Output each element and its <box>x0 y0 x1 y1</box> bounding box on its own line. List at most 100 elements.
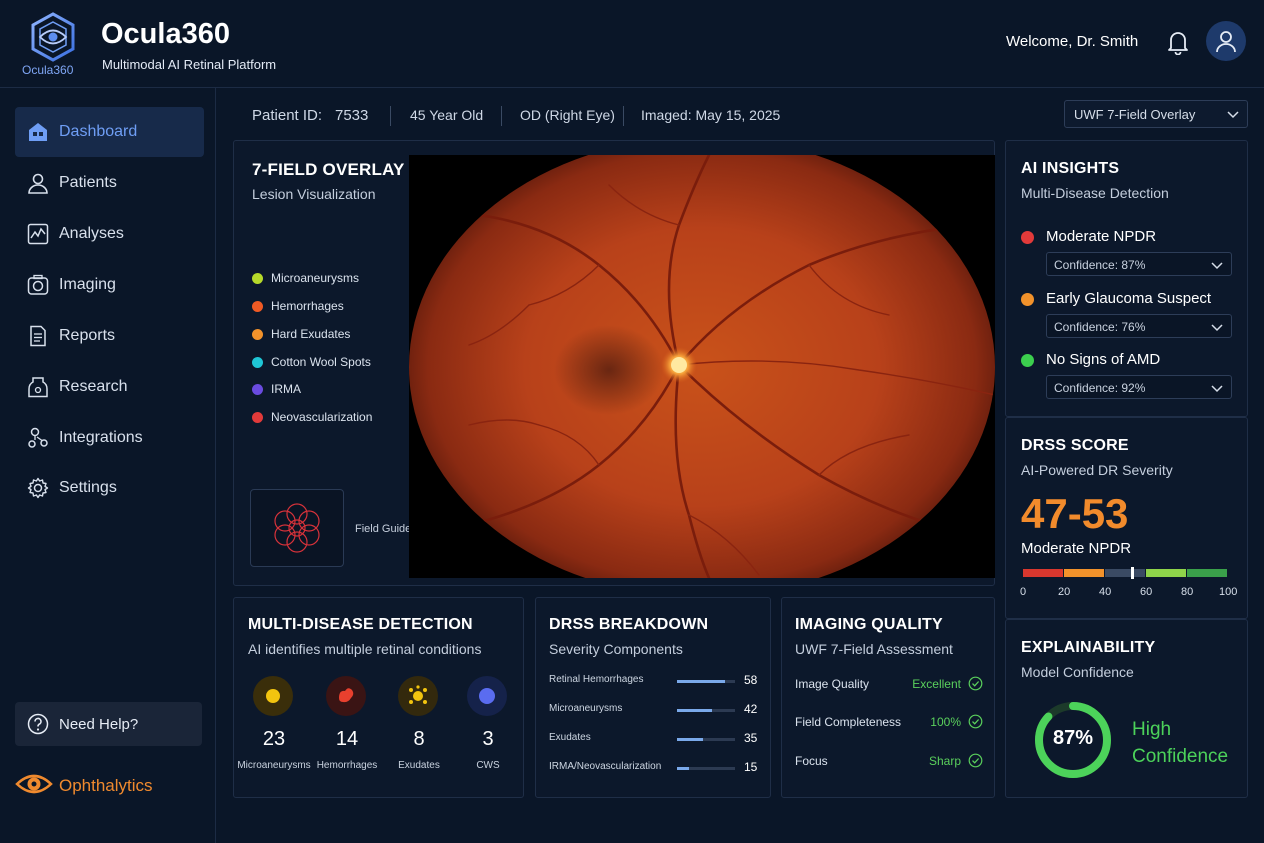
patients-icon <box>28 173 48 194</box>
breakdown-title: DRSS BREAKDOWN <box>549 616 709 633</box>
sidebar-item-label: Patients <box>59 174 117 191</box>
insight-label: Moderate NPDR <box>1046 228 1157 245</box>
legend-label: Hemorrhages <box>271 299 344 313</box>
scale-tick-label: 40 <box>1099 586 1112 598</box>
sidebar-item-label: Research <box>59 378 128 395</box>
imaging-quality-subtitle: UWF 7-Field Assessment <box>795 641 953 657</box>
status-dot <box>1021 231 1034 244</box>
sidebar-item-analyses[interactable]: Analyses <box>15 209 204 259</box>
user-avatar[interactable] <box>1206 21 1246 61</box>
field-guide-thumbnail[interactable] <box>250 489 344 567</box>
legend-dot <box>252 301 263 312</box>
check-circle-icon <box>968 676 983 691</box>
scale-tick-label: 20 <box>1058 586 1071 598</box>
stat-count: 3 <box>482 728 494 750</box>
quality-row: Field Completeness 100% <box>795 714 985 732</box>
drss-scale-bar <box>1023 567 1228 579</box>
confidence-value: Confidence: 87% <box>1054 258 1146 272</box>
scale-segment <box>1105 569 1145 577</box>
breakdown-row: Microaneurysms 42 <box>549 702 764 718</box>
breakdown-label: IRMA/Neovascularization <box>549 761 662 772</box>
confidence-dropdown[interactable]: Confidence: 87% <box>1046 252 1232 276</box>
legend-dot <box>252 412 263 423</box>
chevron-down-icon <box>1227 111 1239 119</box>
legend-label: IRMA <box>271 382 301 396</box>
sidebar-item-settings[interactable]: Settings <box>15 463 204 513</box>
explainability-title: EXPLAINABILITY <box>1021 639 1156 656</box>
bell-icon[interactable] <box>1166 29 1190 55</box>
breakdown-row: IRMA/Neovascularization 15 <box>549 760 764 776</box>
sidebar-item-dashboard[interactable]: Dashboard <box>15 107 204 157</box>
check-circle-icon <box>968 753 983 768</box>
confidence-value: Confidence: 76% <box>1054 320 1146 334</box>
breakdown-bar <box>677 738 704 741</box>
status-dot <box>1021 293 1034 306</box>
sidebar-item-integrations[interactable]: Integrations <box>15 413 204 463</box>
scale-segment <box>1146 569 1186 577</box>
scale-tick-label: 60 <box>1140 586 1153 598</box>
sidebar-item-research[interactable]: Research <box>15 362 204 412</box>
scale-segment <box>1023 569 1063 577</box>
scale-segment <box>1187 569 1227 577</box>
view-mode-select[interactable]: UWF 7-Field Overlay <box>1064 100 1248 128</box>
breakdown-label: Retinal Hemorrhages <box>549 674 644 685</box>
sidebar-item-patients[interactable]: Patients <box>15 158 204 208</box>
explainability-subtitle: Model Confidence <box>1021 664 1134 680</box>
sidebar-item-label: Reports <box>59 327 116 344</box>
separator <box>390 106 391 126</box>
insight-label: Early Glaucoma Suspect <box>1046 290 1212 307</box>
gear-icon <box>27 477 49 499</box>
quality-label: Focus <box>795 754 828 768</box>
confidence-dropdown[interactable]: Confidence: 92% <box>1046 375 1232 399</box>
ocula360-logo-icon <box>31 12 75 62</box>
eye-icon <box>15 774 53 794</box>
imaging-quality-card: IMAGING QUALITY UWF 7-Field Assessment I… <box>781 597 995 798</box>
sidebar-item-label: Integrations <box>59 429 143 446</box>
ai-insights-subtitle: Multi-Disease Detection <box>1021 185 1169 201</box>
legend-dot <box>252 384 263 395</box>
welcome-text: Welcome, Dr. Smith <box>1006 33 1139 50</box>
status-dot <box>1021 354 1034 367</box>
confidence-level-label: High Confidence <box>1132 719 1229 767</box>
research-icon <box>28 377 48 398</box>
question-circle-icon <box>27 713 49 735</box>
sidebar-item-imaging[interactable]: Imaging <box>15 260 204 310</box>
breakdown-label: Exudates <box>549 732 591 743</box>
patient-id-label: Patient ID: <box>252 107 323 124</box>
confidence-value: Confidence: 92% <box>1054 381 1146 395</box>
legend-label: Cotton Wool Spots <box>271 355 371 369</box>
imaged-date: Imaged: May 15, 2025 <box>641 107 781 123</box>
breakdown-row: Exudates 35 <box>549 731 764 747</box>
drss-subtitle: AI-Powered DR Severity <box>1021 462 1173 478</box>
breakdown-bar <box>677 767 689 770</box>
dashboard-icon <box>29 123 47 141</box>
retina-image[interactable] <box>409 155 995 578</box>
breakdown-track <box>677 767 735 770</box>
logo-caption: Ocula360 <box>22 63 74 77</box>
breakdown-value: 15 <box>744 760 758 774</box>
need-help-label: Need Help? <box>59 716 139 733</box>
app-subtitle: Multimodal AI Retinal Platform <box>102 57 277 72</box>
scale-tick-label: 0 <box>1020 586 1027 598</box>
breakdown-subtitle: Severity Components <box>549 641 683 657</box>
ai-insights-card: AI INSIGHTS Multi-Disease Detection Mode… <box>1005 140 1248 417</box>
sidebar-item-label: Settings <box>59 479 117 496</box>
hemorrhage-icon <box>326 676 366 716</box>
scale-tick-label: 100 <box>1219 586 1238 598</box>
confidence-dropdown[interactable]: Confidence: 76% <box>1046 314 1232 338</box>
patient-eye: OD (Right Eye) <box>520 107 615 123</box>
drss-breakdown-card: DRSS BREAKDOWN Severity Components Retin… <box>535 597 771 798</box>
exudate-icon <box>398 676 438 716</box>
scale-tick-label: 80 <box>1181 586 1194 598</box>
stat-count: 23 <box>262 728 286 750</box>
fundus-photo <box>409 155 995 578</box>
quality-label: Image Quality <box>795 677 870 691</box>
need-help-button[interactable]: Need Help? <box>15 702 202 746</box>
sidebar-item-reports[interactable]: Reports <box>15 311 204 361</box>
breakdown-track <box>677 709 735 712</box>
quality-value: Sharp <box>928 754 961 768</box>
app-header: Ocula360 Ocula360 Multimodal AI Retinal … <box>0 0 1264 88</box>
microaneurysm-icon <box>253 676 293 716</box>
quality-row: Focus Sharp <box>795 753 985 771</box>
overlay-card: 7-FIELD OVERLAY Lesion Visualization Mic… <box>233 140 995 586</box>
